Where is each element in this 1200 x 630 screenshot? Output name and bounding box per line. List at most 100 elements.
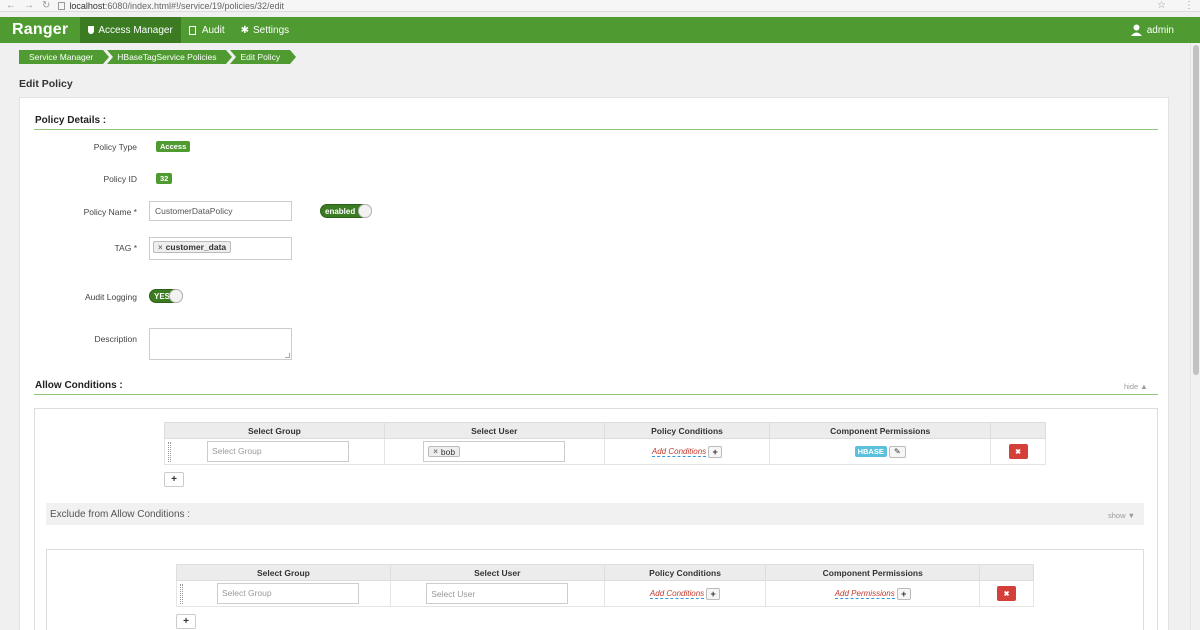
user-name: admin (1146, 24, 1174, 36)
add-condition-button[interactable]: + (706, 587, 721, 600)
page-icon (58, 1, 66, 10)
policy-id-badge: 32 (156, 173, 173, 184)
permissions-cell: HBASE ✎ (769, 438, 992, 465)
shield-icon (88, 26, 95, 34)
select-user-input[interactable]: × bob (423, 441, 566, 462)
breadcrumb-service-policies[interactable]: HBaseTagService Policies (107, 50, 233, 64)
col-select-user: Select User (389, 564, 605, 581)
col-policy-conditions: Policy Conditions (603, 564, 767, 581)
tag-chip: × customer_data (153, 241, 232, 253)
nav-audit-label: Audit (201, 24, 225, 36)
toggle-knob (169, 289, 183, 303)
policy-id-label: Policy ID (103, 174, 137, 184)
nav-settings[interactable]: ✱ Settings (233, 17, 298, 43)
table-row: Select Group Select User Add Conditions +… (176, 580, 1034, 607)
add-condition-button[interactable]: + (708, 445, 723, 458)
nav-access-manager[interactable]: Access Manager (80, 17, 181, 43)
allow-conditions-title: Allow Conditions : (35, 380, 123, 391)
policy-enabled-label: enabled (325, 206, 356, 216)
policy-name-input[interactable]: CustomerDataPolicy (149, 201, 292, 221)
audit-logging-value: YES (154, 291, 171, 301)
exclude-show-link[interactable]: show ▼ (1108, 511, 1135, 520)
browser-nav: ← → ↻ (6, 0, 50, 11)
delete-row-button[interactable]: ✖ (997, 586, 1017, 601)
table-header-row: Select Group Select User Policy Conditio… (176, 564, 1034, 581)
col-policy-conditions: Policy Conditions (603, 422, 771, 439)
add-permission-button[interactable]: + (896, 587, 911, 600)
group-cell: Select Group (164, 438, 385, 465)
add-permissions-link[interactable]: Add Permissions (834, 588, 895, 599)
delete-row-button[interactable]: ✖ (1008, 444, 1028, 459)
resize-handle-icon[interactable] (285, 353, 290, 358)
remove-icon[interactable]: × (433, 447, 438, 456)
col-actions (990, 422, 1046, 439)
browser-menu-icon[interactable]: ⋮ (1184, 0, 1194, 11)
user-icon (1130, 24, 1142, 36)
group-cell: Select Group (176, 580, 391, 607)
col-select-group: Select Group (176, 564, 391, 581)
add-conditions-link[interactable]: Add Conditions (649, 588, 705, 599)
drag-handle-icon[interactable] (168, 442, 171, 463)
select-group-input[interactable]: Select Group (217, 582, 359, 604)
edit-permissions-icon[interactable]: ✎ (888, 445, 906, 458)
policy-enabled-toggle[interactable]: enabled (320, 204, 372, 218)
reload-icon[interactable]: ↻ (42, 0, 50, 11)
exclude-allow-header[interactable]: Exclude from Allow Conditions : (46, 503, 1144, 525)
breadcrumb-service-manager[interactable]: Service Manager (19, 50, 110, 64)
select-group-input[interactable]: Select Group (207, 440, 349, 462)
nav-audit[interactable]: Audit (181, 17, 233, 43)
add-exclude-row-button[interactable]: + (176, 614, 196, 629)
audit-logging-label: Audit Logging (85, 292, 137, 302)
page-title: Edit Policy (19, 78, 73, 90)
policy-details-divider (34, 129, 1158, 130)
policy-form-panel: Policy Details : Policy Type Access Poli… (19, 97, 1169, 630)
forward-icon[interactable]: → (24, 0, 34, 11)
top-navbar: Ranger Access Manager Audit ✱ Settings a… (0, 17, 1200, 43)
policy-type-label: Policy Type (93, 142, 137, 152)
breadcrumb: Service Manager HBaseTagService Policies… (19, 50, 296, 64)
gear-icon: ✱ (240, 24, 249, 36)
allow-conditions-table: Select Group Select User Policy Conditio… (164, 422, 1046, 465)
allow-conditions-divider (34, 394, 1158, 395)
col-select-group: Select Group (164, 422, 385, 439)
table-row: Select Group × bob Add Conditions + HBASE… (164, 438, 1046, 465)
page-scrollbar[interactable] (1190, 43, 1200, 630)
back-icon[interactable]: ← (6, 0, 16, 11)
toggle-knob (358, 204, 372, 218)
scrollbar-thumb[interactable] (1193, 45, 1199, 375)
user-cell: Select User (389, 580, 605, 607)
description-textarea[interactable] (149, 328, 292, 360)
tag-chip-label: customer_data (165, 242, 227, 252)
browser-toolbar: ← → ↻ localhost:6080/index.html#!/servic… (0, 0, 1200, 12)
allow-hide-link[interactable]: hide ▲ (1124, 382, 1148, 391)
permissions-cell: Add Permissions + (765, 580, 981, 607)
audit-logging-toggle[interactable]: YES (149, 289, 183, 303)
drag-handle-icon[interactable] (180, 584, 183, 605)
remove-icon[interactable]: × (158, 243, 163, 252)
conditions-cell: Add Conditions + (603, 438, 771, 465)
policy-name-label: Policy Name * (83, 207, 137, 217)
col-select-user: Select User (383, 422, 605, 439)
exclude-allow-title: Exclude from Allow Conditions : (50, 508, 191, 520)
add-allow-row-button[interactable]: + (164, 472, 184, 487)
breadcrumb-edit-policy: Edit Policy (230, 50, 296, 64)
address-bar[interactable]: localhost:6080/index.html#!/service/19/p… (58, 1, 284, 11)
user-menu[interactable]: admin (1130, 24, 1174, 36)
actions-cell: ✖ (979, 580, 1034, 607)
select-user-input[interactable]: Select User (426, 583, 569, 604)
bookmark-star-icon[interactable]: ☆ (1157, 0, 1166, 11)
col-actions (979, 564, 1034, 581)
actions-cell: ✖ (990, 438, 1046, 465)
brand-logo[interactable]: Ranger (0, 21, 80, 39)
policy-details-title: Policy Details : (35, 115, 107, 126)
user-chip: × bob (428, 446, 461, 457)
user-chip-label: bob (440, 446, 456, 457)
url-path: :6080/index.html#!/service/19/policies/3… (104, 0, 285, 11)
exclude-allow-table: Select Group Select User Policy Conditio… (176, 564, 1034, 607)
file-icon (188, 25, 196, 35)
tag-label: TAG * (114, 243, 137, 253)
add-conditions-link[interactable]: Add Conditions (651, 446, 707, 457)
url-host: localhost (69, 0, 105, 11)
table-header-row: Select Group Select User Policy Conditio… (164, 422, 1046, 439)
col-component-permissions: Component Permissions (765, 564, 981, 581)
